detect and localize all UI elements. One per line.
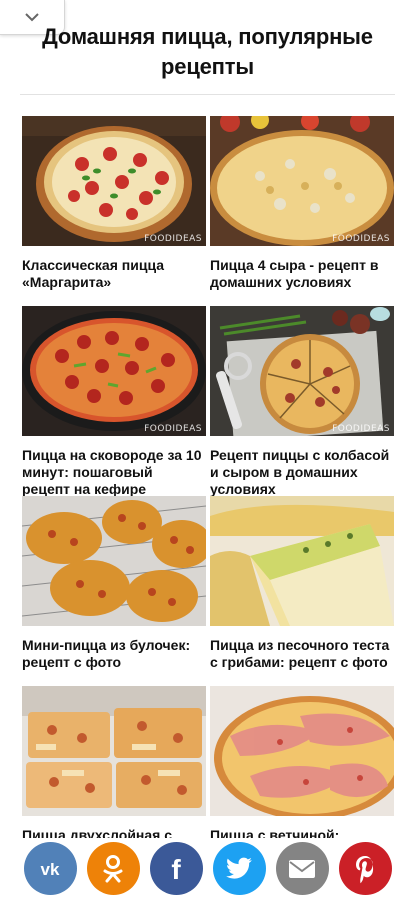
recipe-image xyxy=(22,686,206,816)
pinterest-icon xyxy=(356,855,374,883)
recipe-title: Пицца 4 сыра - рецепт в домашних условия… xyxy=(210,257,379,290)
recipe-title: Пицца на сковороде за 10 минут: пошаговы… xyxy=(22,447,202,496)
recipe-image: FOODIDEAS xyxy=(210,306,394,436)
recipe-image: FOODIDEAS xyxy=(22,116,206,246)
recipe-card[interactable]: Мини-пицца из булочек: рецепт с фото xyxy=(22,496,206,686)
vk-share-button[interactable]: vk xyxy=(23,842,77,895)
watermark: FOODIDEAS xyxy=(144,424,202,434)
chevron-down-icon xyxy=(25,13,39,22)
odnoklassniki-icon xyxy=(103,854,123,882)
recipe-title: Классическая пицца «Маргарита» xyxy=(22,257,165,290)
recipe-card[interactable]: FOODIDEAS Пицца на сковороде за 10 минут… xyxy=(22,306,206,496)
watermark: FOODIDEAS xyxy=(332,424,390,434)
recipe-card[interactable]: FOODIDEAS Рецепт пиццы с колбасой и сыро… xyxy=(210,306,394,496)
email-share-button[interactable] xyxy=(275,842,329,895)
recipe-image xyxy=(210,686,394,816)
recipe-image: FOODIDEAS xyxy=(210,116,394,246)
share-bar: vk f xyxy=(0,838,415,904)
vk-icon: vk xyxy=(41,860,60,879)
watermark: FOODIDEAS xyxy=(144,234,202,244)
pinterest-share-button[interactable] xyxy=(338,842,392,895)
recipe-card[interactable]: FOODIDEAS Пицца 4 сыра - рецепт в домашн… xyxy=(210,116,394,306)
recipe-image xyxy=(22,496,206,626)
page-title: Домашняя пицца, популярные рецепты xyxy=(42,24,373,79)
recipe-image xyxy=(210,496,394,626)
divider xyxy=(20,94,395,95)
watermark: FOODIDEAS xyxy=(332,234,390,244)
recipe-card[interactable]: FOODIDEAS Классическая пицца «Маргарита» xyxy=(22,116,206,306)
twitter-share-button[interactable] xyxy=(212,842,266,895)
twitter-icon xyxy=(226,857,252,879)
facebook-share-button[interactable]: f xyxy=(149,842,203,895)
recipe-grid: FOODIDEAS Классическая пицца «Маргарита»… xyxy=(22,116,394,876)
odnoklassniki-share-button[interactable] xyxy=(86,842,140,895)
recipe-title: Пицца из песочного теста с грибами: реце… xyxy=(210,637,390,670)
recipe-card[interactable]: Пицца из песочного теста с грибами: реце… xyxy=(210,496,394,686)
vk-label: vk xyxy=(41,860,60,879)
recipe-title: Мини-пицца из булочек: рецепт с фото xyxy=(22,637,191,670)
recipe-image: FOODIDEAS xyxy=(22,306,206,436)
email-icon xyxy=(289,859,315,878)
facebook-icon: f xyxy=(171,854,181,884)
facebook-label: f xyxy=(171,854,181,884)
recipe-title: Рецепт пиццы с колбасой и сыром в домашн… xyxy=(210,447,390,496)
